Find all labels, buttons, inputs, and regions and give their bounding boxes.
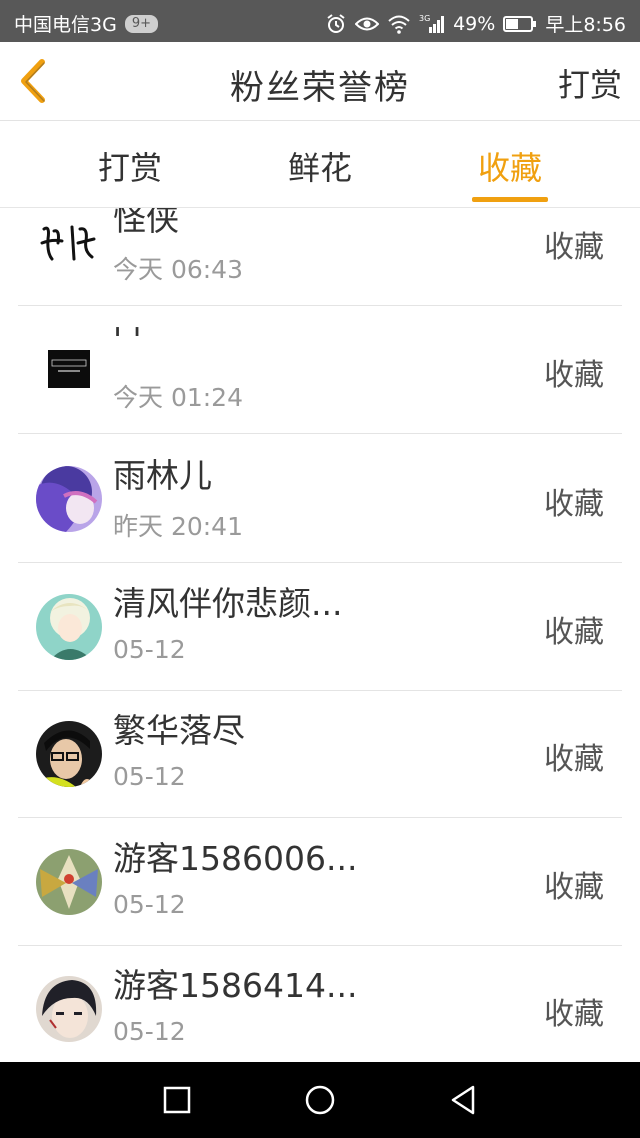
list-item[interactable]: 清风伴你悲颜... 05-12 收藏 [0,563,640,691]
user-name: 清风伴你悲颜... [113,584,343,623]
user-name: 繁华落尽 [113,711,245,750]
battery-percent: 49% [453,12,496,35]
tab-flowers[interactable]: 鲜花 [250,143,390,189]
svg-text:3G: 3G [419,14,430,23]
wifi-icon [387,14,411,34]
back-button[interactable] [12,56,56,106]
screen: 中国电信3G 9+ 3G 49% 早上8:56 粉丝荣誉榜 打赏 打赏 鲜花 收… [0,0,640,1138]
chevron-left-icon [21,59,45,103]
person-glasses-avatar-icon [36,721,102,787]
battery-icon [503,15,537,33]
favorite-label: 收藏 [544,487,604,522]
system-nav-bar [0,1062,640,1138]
page-title: 粉丝荣誉榜 [230,68,410,108]
signal-icon: 3G [419,14,445,34]
list-item[interactable]: 游客1586006... 05-12 收藏 [0,818,640,946]
status-right: 3G 49% 早上8:56 [325,10,626,37]
favorite-label: 收藏 [544,615,604,650]
header: 粉丝荣誉榜 打赏 [0,42,640,121]
timestamp: 05-12 [113,762,186,791]
eye-icon [355,15,380,33]
user-name: 怪侠 [113,208,179,238]
timestamp: 05-12 [113,635,186,664]
fan-list: 怪侠 今天 06:43 收藏 ' ' 今天 01:24 收藏 雨林儿 昨天 20… [0,208,640,1062]
clock: 早上8:56 [545,14,626,36]
tab-favorites[interactable]: 收藏 [440,143,580,189]
timestamp: 今天 01:24 [113,383,243,412]
notification-badge: 9+ [124,14,158,33]
favorite-label: 收藏 [544,742,604,777]
purple-anime-avatar-icon [36,466,102,532]
user-name: 游客1586006... [113,839,358,878]
status-bar: 中国电信3G 9+ 3G 49% 早上8:56 [0,0,640,42]
tab-bar: 打赏 鲜花 收藏 [0,121,640,208]
dark-anime-avatar-icon [36,976,102,1042]
list-item[interactable]: 怪侠 今天 06:43 收藏 [0,208,640,306]
timestamp: 昨天 20:41 [113,512,243,541]
tab-active-indicator [472,197,548,202]
alarm-icon [325,13,347,35]
carrier-group: 中国电信3G 9+ [14,10,158,37]
back-icon[interactable] [444,1081,482,1119]
tab-reward[interactable]: 打赏 [60,143,200,189]
home-icon[interactable] [301,1081,339,1119]
favorite-label: 收藏 [544,358,604,393]
calligraphy-avatar-icon [36,209,102,275]
recent-apps-icon[interactable] [158,1081,196,1119]
favorite-label: 收藏 [544,997,604,1032]
black-square-avatar-icon [46,346,92,392]
reward-button[interactable]: 打赏 [558,60,622,106]
row-divider [18,433,622,434]
mecha-avatar-icon [36,849,102,915]
timestamp: 05-12 [113,1017,186,1046]
timestamp: 05-12 [113,890,186,919]
user-name: 雨林儿 [113,456,212,495]
list-item[interactable]: ' ' 今天 01:24 收藏 [0,306,640,434]
timestamp: 今天 06:43 [113,255,243,284]
user-name: 游客1586414... [113,966,358,1005]
favorite-label: 收藏 [544,230,604,265]
green-anime-avatar-icon [36,594,102,660]
user-name: ' ' [113,320,142,359]
favorite-label: 收藏 [544,870,604,905]
list-item[interactable]: 繁华落尽 05-12 收藏 [0,690,640,818]
carrier-label: 中国电信3G [14,14,117,36]
list-item[interactable]: 雨林儿 昨天 20:41 收藏 [0,435,640,563]
list-item[interactable]: 游客1586414... 05-12 收藏 [0,945,640,1062]
